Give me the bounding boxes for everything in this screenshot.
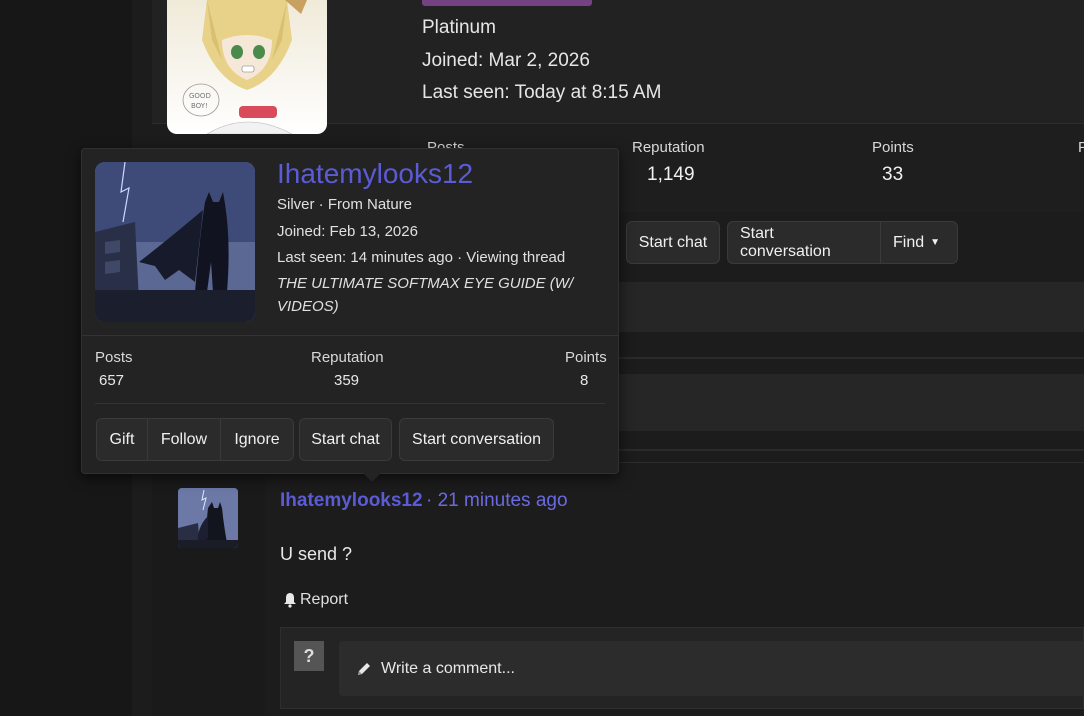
member-stat-points-label: Points [872, 139, 914, 156]
popup-stat-reputation-label: Reputation [311, 349, 384, 366]
reply-user-avatar: ? [294, 641, 324, 671]
popup-divider-bottom [95, 403, 605, 404]
member-start-chat-button[interactable]: Start chat [626, 221, 720, 264]
popup-username-link[interactable]: Ihatemylooks12 [277, 158, 473, 190]
ignore-button[interactable]: Ignore [221, 419, 293, 460]
report-label: Report [300, 591, 349, 608]
comment-timestamp[interactable]: · 21 minutes ago [426, 490, 568, 512]
member-stat-reputation-value: 1,149 [647, 164, 695, 185]
popup-divider-top [82, 335, 618, 336]
member-avatar[interactable]: GOOD BOY! [167, 0, 327, 134]
write-comment-input[interactable]: Write a comment... [339, 641, 1084, 696]
anime-avatar-illustration: GOOD BOY! [182, 0, 307, 134]
follow-button[interactable]: Follow [148, 419, 221, 460]
popup-stat-points-label: Points [565, 349, 607, 366]
tooltip-arrow [362, 472, 382, 482]
gift-button[interactable]: Gift [97, 419, 148, 460]
caret-down-icon: ▼ [930, 237, 941, 248]
member-find-button[interactable]: Find ▼ [881, 222, 957, 263]
popup-stat-posts-value[interactable]: 657 [99, 372, 124, 389]
popup-stat-posts-label: Posts [95, 349, 133, 366]
svg-text:GOOD: GOOD [189, 92, 211, 100]
member-stat-points-value: 33 [882, 164, 904, 185]
member-start-conversation-button[interactable]: Start conversation [728, 222, 881, 263]
popup-stat-reputation-value: 359 [334, 372, 360, 389]
member-stat-extra-label: P [1078, 139, 1084, 156]
svg-text:BOY!: BOY! [191, 102, 208, 110]
popup-start-conversation-button[interactable]: Start conversation [399, 418, 554, 461]
member-last-seen: Last seen: Today at 8:15 AM [422, 82, 662, 103]
popup-avatar[interactable] [95, 162, 255, 322]
popup-start-chat-button[interactable]: Start chat [299, 418, 392, 461]
popup-rank-line: Silver · From Nature [277, 196, 413, 213]
batman-avatar-illustration [178, 488, 238, 548]
member-find-label: Find [893, 233, 925, 251]
member-action-group: Start conversation Find ▼ [727, 221, 958, 264]
popup-stat-points-value: 8 [580, 372, 589, 389]
write-comment-placeholder: Write a comment... [381, 659, 515, 677]
report-link[interactable]: Report [282, 591, 348, 609]
comment-body: U send ? [280, 544, 353, 564]
popup-joined: Joined: Feb 13, 2026 [277, 223, 418, 240]
comment-avatar[interactable] [178, 488, 238, 548]
comment-username-link[interactable]: Ihatemylooks12 [280, 490, 423, 512]
popup-follow-group: Gift Follow Ignore [96, 418, 294, 461]
member-rank: Platinum [422, 17, 496, 38]
popup-viewing-thread-link[interactable]: THE ULTIMATE SOFTMAX EYE GUIDE (W/ VIDEO… [277, 272, 597, 318]
member-joined: Joined: Mar 2, 2026 [422, 50, 590, 71]
pencil-icon [358, 662, 370, 675]
member-stat-reputation-label: Reputation [632, 139, 705, 156]
popup-last-seen: Last seen: 14 minutes ago · Viewing thre… [277, 249, 566, 266]
batman-avatar-large-illustration [95, 162, 255, 322]
bell-icon [284, 593, 296, 608]
member-username-partial[interactable] [422, 0, 592, 6]
